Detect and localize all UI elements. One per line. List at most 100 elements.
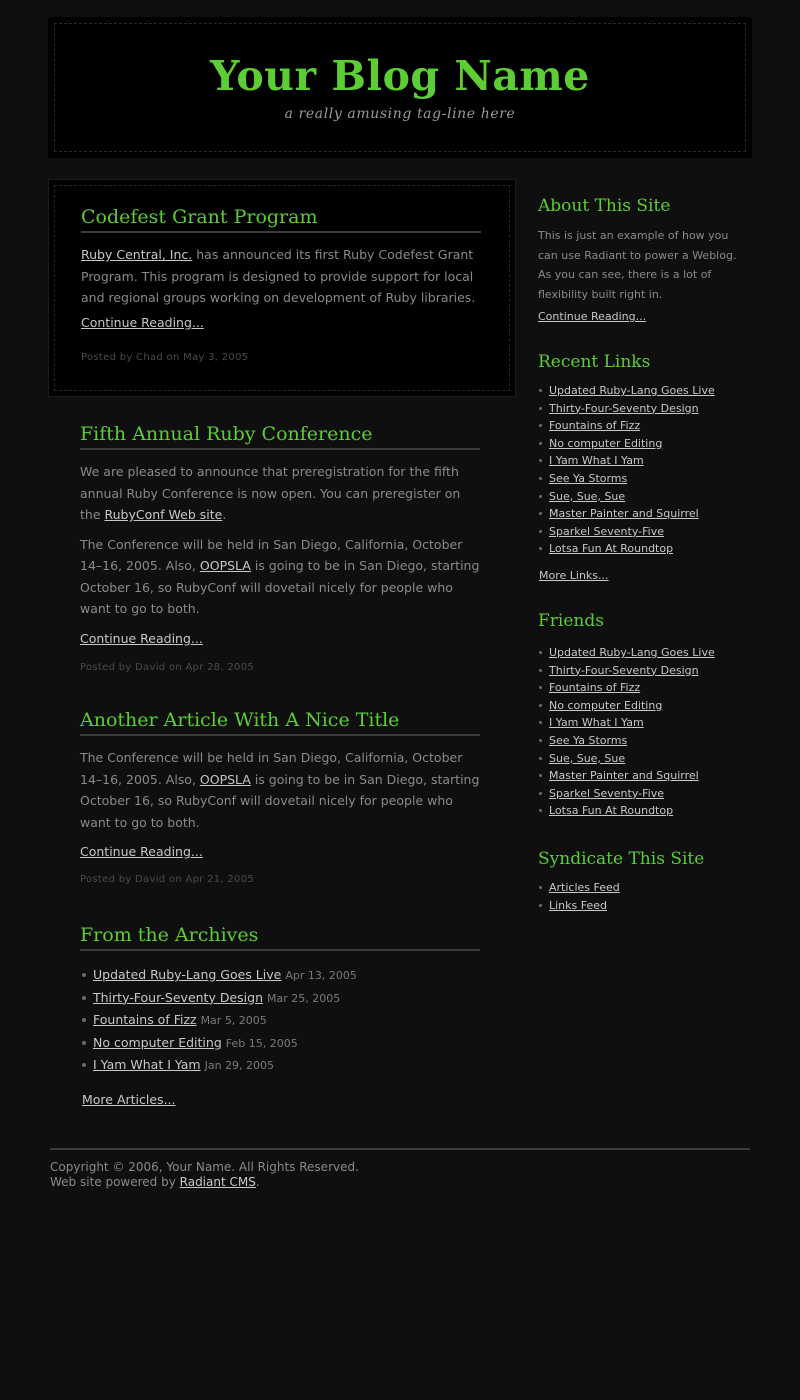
recent-link[interactable]: No computer Editing	[549, 437, 662, 450]
recent-link[interactable]: Updated Ruby-Lang Goes Live	[549, 384, 715, 397]
archive-date: Mar 25, 2005	[266, 991, 341, 1005]
archive-item: Thirty-Four-Seventy Design Mar 25, 2005	[80, 987, 480, 1010]
syndicate-list: Articles Feed Links Feed	[538, 879, 748, 914]
friend-item: Fountains of Fizz	[538, 679, 748, 697]
archive-date: Mar 5, 2005	[200, 1014, 267, 1027]
article-text: .	[222, 507, 227, 522]
syndicate-title: Syndicate This Site	[538, 849, 705, 869]
continue-reading-link[interactable]: Continue Reading...	[81, 315, 204, 330]
article-paragraph: The Conference will be held in San Diego…	[80, 747, 480, 833]
post-author: David	[135, 661, 166, 673]
archive-item: No computer Editing Feb 15, 2005	[80, 1032, 480, 1055]
recent-link-item: See Ya Storms	[538, 470, 748, 488]
more-links-link[interactable]: More Links...	[539, 569, 609, 582]
posted-on: on	[165, 661, 186, 673]
about-title: About This Site	[538, 196, 671, 216]
archive-date: Feb 15, 2005	[225, 1036, 298, 1050]
friend-link[interactable]: Thirty-Four-Seventy Design	[549, 664, 699, 677]
friend-item: No computer Editing	[538, 697, 748, 715]
rubyconf-site-link[interactable]: RubyConf Web site	[105, 507, 223, 522]
site-title[interactable]: Your Blog Name	[55, 52, 745, 100]
friend-item: Lotsa Fun At Roundtop	[538, 802, 748, 820]
article-codefest: Codefest Grant Program Ruby Central, Inc…	[81, 204, 481, 363]
powered-end: .	[255, 1175, 260, 1189]
site-tagline: a really amusing tag-line here	[284, 106, 516, 122]
about-continue-link[interactable]: Continue Reading...	[538, 310, 646, 323]
articles-feed-link[interactable]: Articles Feed	[549, 881, 620, 894]
friend-item: Updated Ruby-Lang Goes Live	[538, 644, 748, 662]
recent-link[interactable]: Master Painter and Squirrel	[549, 507, 699, 520]
article-paragraph: We are pleased to announce that preregis…	[80, 461, 480, 526]
recent-link-item: Fountains of Fizz	[538, 417, 748, 435]
recent-link-item: Thirty-Four-Seventy Design	[538, 400, 748, 418]
featured-article-box: Codefest Grant Program Ruby Central, Inc…	[48, 179, 516, 397]
archive-link[interactable]: Updated Ruby-Lang Goes Live	[93, 967, 281, 982]
recent-link[interactable]: Fountains of Fizz	[549, 419, 640, 432]
recent-link[interactable]: See Ya Storms	[549, 472, 627, 485]
recent-link[interactable]: Sue, Sue, Sue	[549, 490, 625, 503]
ruby-central-link[interactable]: Ruby Central, Inc.	[81, 247, 192, 262]
about-text: This is just an example of how you can u…	[538, 229, 737, 302]
recent-link[interactable]: Thirty-Four-Seventy Design	[549, 402, 699, 415]
archive-link[interactable]: No computer Editing	[93, 1035, 222, 1050]
recent-links-section: Recent Links Updated Ruby-Lang Goes Live…	[538, 350, 748, 583]
article-title[interactable]: Codefest Grant Program	[81, 204, 481, 233]
friend-link[interactable]: No computer Editing	[549, 699, 662, 712]
friend-link[interactable]: Sparkel Seventy-Five	[549, 787, 664, 800]
posted-by: Posted by David on Apr 21, 2005	[80, 874, 480, 885]
article-title[interactable]: Fifth Annual Ruby Conference	[80, 421, 480, 450]
friend-item: I Yam What I Yam	[538, 714, 748, 732]
article-nice-title: Another Article With A Nice Title The Co…	[80, 707, 480, 885]
about-section: About This Site This is just an example …	[538, 194, 748, 324]
oopsla-link[interactable]: OOPSLA	[200, 558, 251, 573]
site-footer: Copyright © 2006, Your Name. All Rights …	[50, 1148, 750, 1190]
archive-link[interactable]: Thirty-Four-Seventy Design	[93, 990, 263, 1005]
posted-prefix: Posted by	[81, 351, 137, 363]
friend-link[interactable]: I Yam What I Yam	[549, 716, 644, 729]
article-paragraph: The Conference will be held in San Diego…	[80, 534, 480, 620]
posted-by: Posted by David on Apr 28, 2005	[80, 662, 480, 673]
recent-link-item: I Yam What I Yam	[538, 452, 748, 470]
friend-link[interactable]: Sue, Sue, Sue	[549, 752, 625, 765]
archive-date: Apr 13, 2005	[285, 969, 357, 982]
feed-item: Links Feed	[538, 897, 748, 915]
more-articles-link[interactable]: More Articles...	[82, 1092, 176, 1107]
archives-list: Updated Ruby-Lang Goes Live Apr 13, 2005…	[80, 964, 480, 1077]
main-column: Codefest Grant Program Ruby Central, Inc…	[48, 179, 516, 1107]
post-date: Apr 28, 2005	[185, 661, 255, 673]
friend-link[interactable]: Master Painter and Squirrel	[549, 769, 699, 782]
continue-reading-link[interactable]: Continue Reading...	[80, 844, 203, 859]
friends-title: Friends	[538, 611, 604, 631]
links-feed-link[interactable]: Links Feed	[549, 899, 607, 912]
friend-item: See Ya Storms	[538, 732, 748, 750]
friend-link[interactable]: Fountains of Fizz	[549, 681, 640, 694]
archive-link[interactable]: Fountains of Fizz	[93, 1012, 197, 1027]
archive-item: Fountains of Fizz Mar 5, 2005	[80, 1009, 480, 1032]
post-author: David	[135, 874, 166, 885]
feed-item: Articles Feed	[538, 879, 748, 897]
radiant-cms-link[interactable]: Radiant CMS	[180, 1175, 256, 1189]
friend-link[interactable]: See Ya Storms	[549, 734, 627, 747]
recent-links-list: Updated Ruby-Lang Goes Live Thirty-Four-…	[538, 382, 748, 558]
recent-link-item: Sparkel Seventy-Five	[538, 523, 748, 541]
archive-date: Jan 29, 2005	[204, 1059, 275, 1072]
friend-item: Sparkel Seventy-Five	[538, 785, 748, 803]
recent-link[interactable]: Lotsa Fun At Roundtop	[549, 542, 673, 555]
oopsla-link[interactable]: OOPSLA	[200, 772, 251, 787]
site-header: Your Blog Name a really amusing tag-line…	[48, 17, 752, 158]
friend-item: Master Painter and Squirrel	[538, 767, 748, 785]
continue-reading-link[interactable]: Continue Reading...	[80, 631, 203, 646]
archive-item: Updated Ruby-Lang Goes Live Apr 13, 2005	[80, 964, 480, 987]
archive-link[interactable]: I Yam What I Yam	[93, 1057, 201, 1072]
friend-link[interactable]: Lotsa Fun At Roundtop	[549, 804, 673, 817]
article-title[interactable]: Another Article With A Nice Title	[80, 707, 480, 736]
archives-title: From the Archives	[80, 922, 480, 951]
friend-link[interactable]: Updated Ruby-Lang Goes Live	[549, 646, 715, 659]
friend-item: Thirty-Four-Seventy Design	[538, 662, 748, 680]
posted-prefix: Posted by	[80, 661, 136, 673]
posted-prefix: Posted by	[80, 874, 136, 885]
recent-link[interactable]: Sparkel Seventy-Five	[549, 525, 664, 538]
recent-link-item: Lotsa Fun At Roundtop	[538, 540, 748, 558]
friends-list: Updated Ruby-Lang Goes Live Thirty-Four-…	[538, 644, 748, 820]
recent-link[interactable]: I Yam What I Yam	[549, 454, 644, 467]
